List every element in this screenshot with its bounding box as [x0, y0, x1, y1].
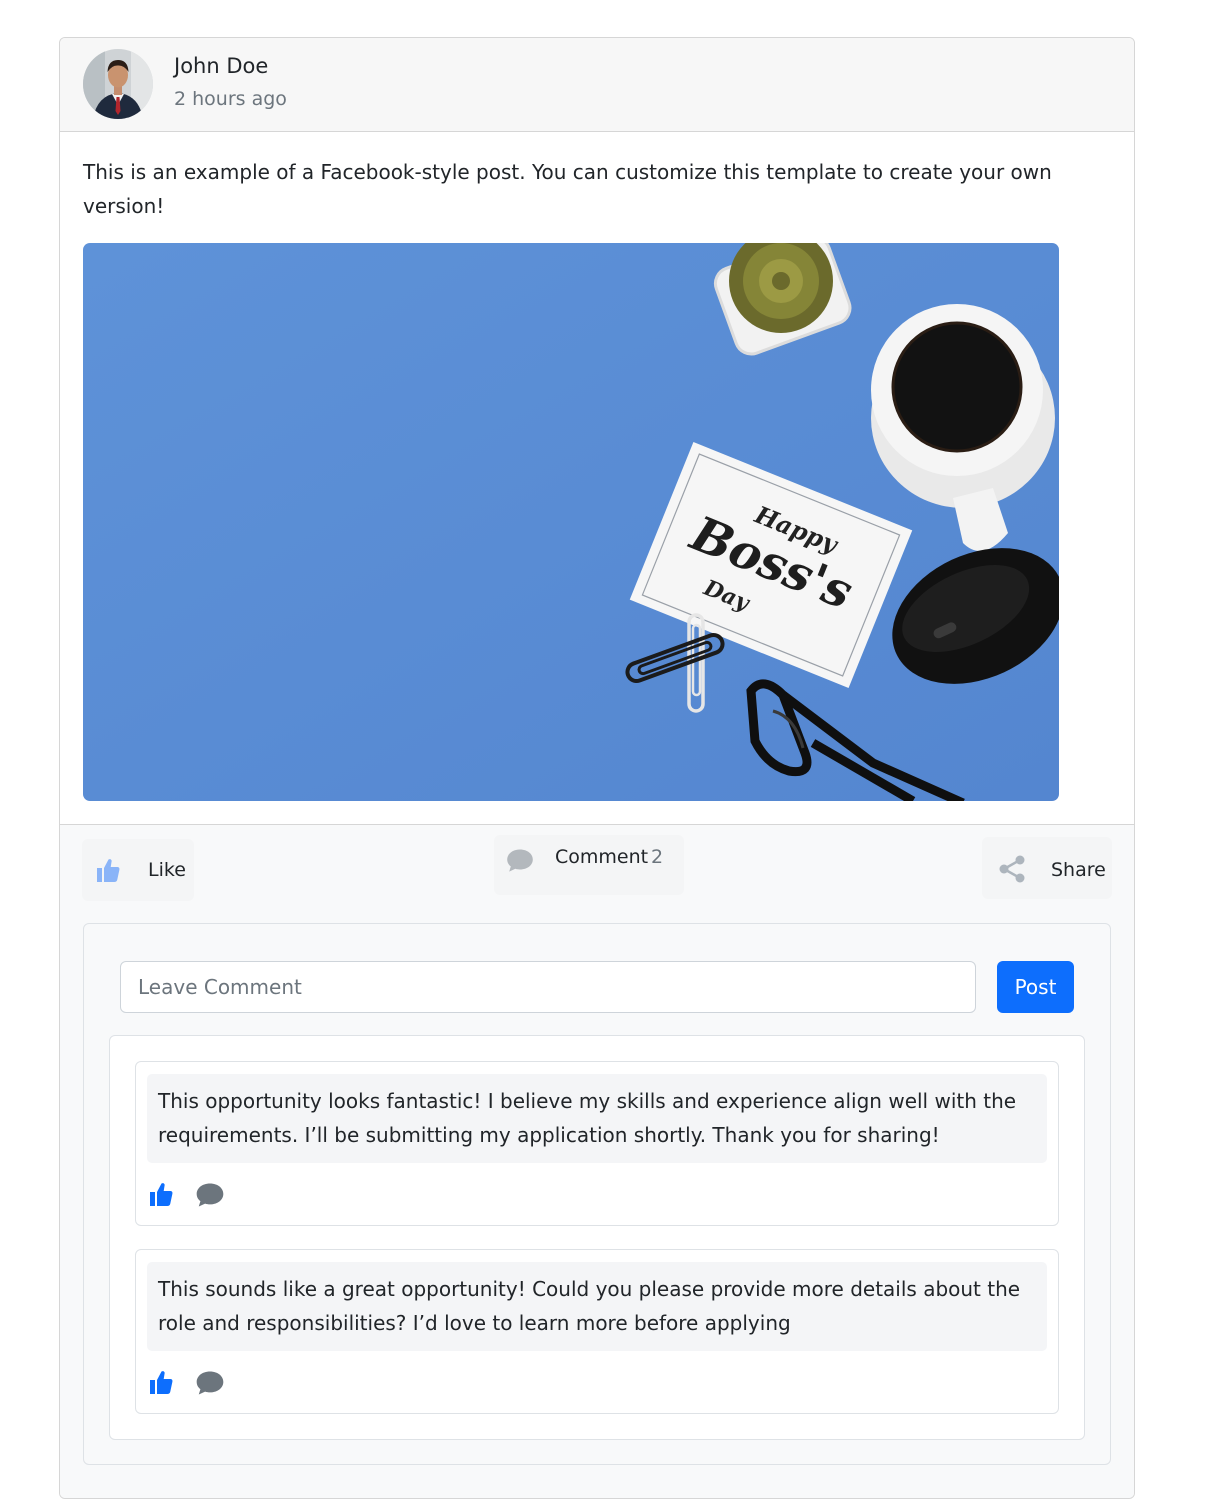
author-name[interactable]: John Doe	[174, 54, 268, 78]
speech-bubble-icon	[507, 849, 533, 872]
comment-text: This sounds like a great opportunity! Co…	[147, 1262, 1047, 1351]
thumbs-up-icon[interactable]	[149, 1369, 173, 1395]
share-nodes-icon	[999, 855, 1025, 883]
post-text: This is an example of a Facebook-style p…	[83, 160, 1052, 218]
comment-count: 2	[651, 846, 664, 868]
comment-item: This opportunity looks fantastic! I beli…	[135, 1061, 1059, 1226]
thumbs-up-icon[interactable]	[149, 1181, 173, 1207]
speech-bubble-icon[interactable]	[195, 1182, 225, 1208]
avatar[interactable]	[83, 49, 153, 119]
comment-input[interactable]	[120, 961, 976, 1013]
post-image: Happy Boss's Day	[83, 243, 1059, 801]
post-time: 2 hours ago	[174, 88, 287, 110]
comment-text: This opportunity looks fantastic! I beli…	[147, 1074, 1047, 1163]
like-label: Like	[148, 859, 186, 881]
post-header: John Doe 2 hours ago	[60, 38, 1134, 132]
share-label: Share	[1051, 859, 1106, 881]
post-footer: Like Comment 2 Share Post	[60, 824, 1134, 1498]
comments-section: Post This opportunity looks fantastic! I…	[83, 923, 1111, 1465]
thumbs-up-icon	[97, 859, 120, 882]
speech-bubble-icon[interactable]	[195, 1370, 225, 1396]
comment-item: This sounds like a great opportunity! Co…	[135, 1249, 1059, 1414]
comment-label: Comment	[555, 846, 649, 868]
post-comment-button[interactable]: Post	[997, 961, 1074, 1013]
comment-button[interactable]: Comment 2	[494, 835, 684, 895]
post-card: John Doe 2 hours ago This is an example …	[59, 37, 1135, 1499]
like-button[interactable]: Like	[82, 839, 194, 901]
share-button[interactable]: Share	[982, 837, 1112, 899]
comment-list: This opportunity looks fantastic! I beli…	[109, 1035, 1085, 1440]
